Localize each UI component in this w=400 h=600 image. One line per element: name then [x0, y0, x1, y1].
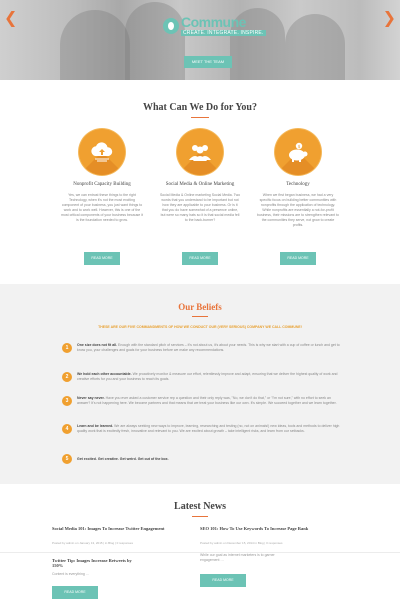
post-excerpt: While our goal as internet marketers is … — [200, 553, 275, 562]
belief-lead: Learn and be learned. — [77, 424, 114, 428]
hero-person — [285, 14, 345, 80]
service-description: Social Media & Online marketing Social M… — [159, 193, 241, 222]
read-more-button[interactable]: Read More — [280, 252, 316, 265]
logo-tagline: CREATE. INTEGRATE. INSPIRE. — [181, 30, 266, 36]
service-title: Nonprofit Capacity Building — [73, 182, 131, 187]
belief-text: Enough with the standard pitch of servic… — [77, 343, 340, 352]
post-title[interactable]: Social Media 101: Images To Increase Twi… — [52, 526, 192, 531]
service-title: Social Media & Online Marketing — [165, 182, 235, 187]
read-more-button[interactable]: Read More — [200, 574, 246, 587]
hero-person — [125, 2, 185, 80]
belief-lead: We hold each other accountable. — [77, 372, 132, 376]
slider-next-icon[interactable]: ❯ — [383, 8, 396, 27]
post-excerpt: Content is everything … — [52, 572, 90, 576]
post-title[interactable]: SEO 101: How To Use Keywords To Increase… — [200, 526, 340, 531]
beliefs-title: Our Beliefs — [178, 302, 222, 312]
post-title[interactable]: Twitter Tip: Images Increase Retweets by… — [52, 558, 132, 568]
service-card: Nonprofit Capacity Building Yes, we can … — [57, 129, 147, 223]
belief-item: 2 We hold each other accountable. We pro… — [62, 372, 342, 382]
service-icon-circle: $ — [275, 129, 321, 175]
service-description: Yes, we can entrust these things to the … — [61, 193, 143, 222]
belief-number: 5 — [62, 454, 72, 464]
belief-number: 4 — [62, 424, 72, 434]
hero-person — [60, 10, 130, 80]
belief-text: We are always seeking new ways to improv… — [77, 424, 340, 433]
title-underline — [192, 316, 208, 317]
service-card: Social Media & Online Marketing Social M… — [155, 129, 245, 223]
slider-prev-icon[interactable]: ❮ — [4, 8, 17, 27]
services-title: What Can We Do for You? — [143, 102, 257, 113]
belief-lead: One size does not fit all. — [77, 343, 118, 347]
beliefs-subtitle: These are our five commandments of how w… — [98, 325, 302, 329]
title-underline — [192, 516, 208, 517]
post-meta: Posted by admin on December 15, 2014 in … — [200, 541, 283, 545]
logo-mark-icon — [163, 18, 179, 34]
svg-text:$: $ — [298, 144, 301, 150]
belief-lead: Never say never. — [77, 396, 105, 400]
belief-number: 2 — [62, 372, 72, 382]
belief-item: 3 Never say never. Have you ever asked a… — [62, 396, 342, 406]
news-title: Latest News — [174, 501, 226, 512]
service-title: Technology — [286, 182, 310, 187]
news-post: Social Media 101: Images To Increase Twi… — [52, 526, 192, 545]
service-description: When we first began business, we had a v… — [257, 193, 339, 227]
belief-number: 3 — [62, 396, 72, 406]
belief-text: Have you ever asked a customer service r… — [77, 396, 337, 405]
service-icon-circle — [177, 129, 223, 175]
logo-word: Commune — [181, 14, 246, 30]
post-meta: Posted by admin on January 13, 2015 | in… — [52, 541, 133, 545]
piggy-bank-icon: $ — [275, 129, 321, 175]
belief-item: 5 Get excited. Get creative. Get weird. … — [62, 454, 342, 464]
news-post: SEO 101: How To Use Keywords To Increase… — [200, 526, 340, 563]
service-card: $ Technology When we first began busines… — [253, 129, 343, 228]
logo[interactable]: Commune CREATE. INTEGRATE. INSPIRE. — [163, 14, 266, 36]
cloud-upload-icon — [79, 129, 125, 175]
news-post: Twitter Tip: Images Increase Retweets by… — [52, 558, 192, 577]
read-more-button[interactable]: Read More — [84, 252, 120, 265]
belief-item: 1 One size does not fit all. Enough with… — [62, 343, 342, 353]
meet-the-team-button[interactable]: Meet the Team — [184, 56, 232, 68]
service-icon-circle — [79, 129, 125, 175]
hero-banner: ❮ ❯ Commune CREATE. INTEGRATE. INSPIRE. … — [0, 0, 400, 80]
read-more-button[interactable]: Read More — [52, 586, 98, 599]
title-underline — [191, 117, 209, 118]
belief-number: 1 — [62, 343, 72, 353]
belief-item: 4 Learn and be learned. We are always se… — [62, 424, 342, 434]
belief-lead: Get excited. Get creative. Get weird. Ge… — [77, 457, 169, 461]
people-icon — [177, 129, 223, 175]
read-more-button[interactable]: Read More — [182, 252, 218, 265]
hero-photo — [0, 0, 400, 80]
